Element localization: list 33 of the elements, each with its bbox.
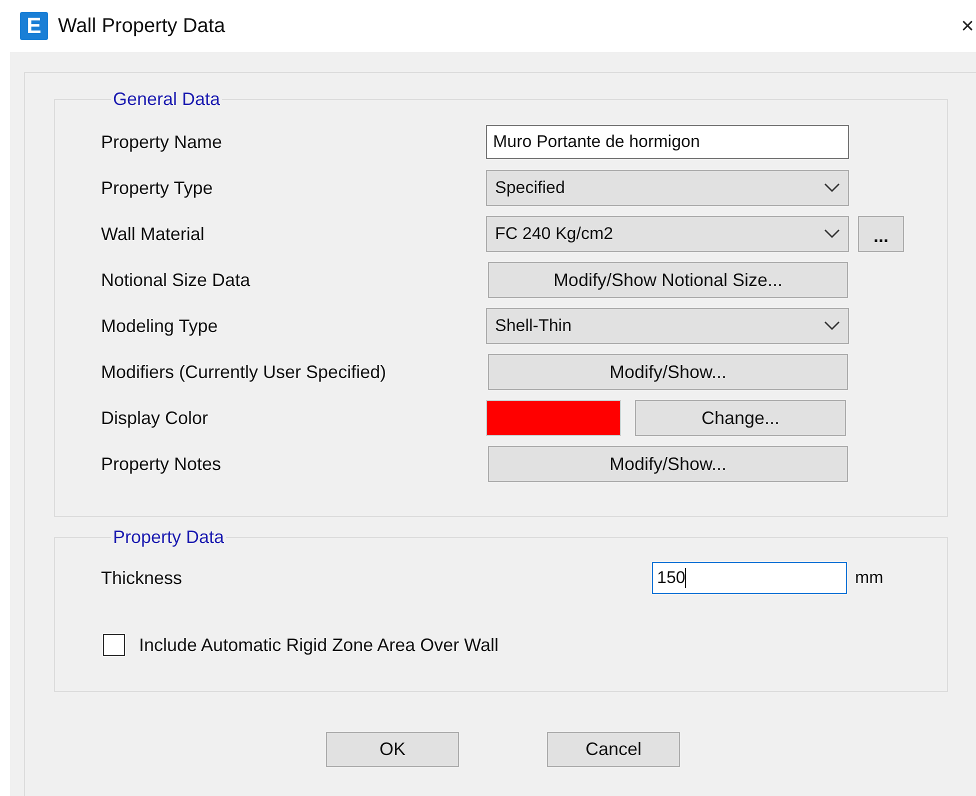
- field-label: Modifiers (Currently User Specified): [101, 362, 388, 382]
- field-label: Thickness: [101, 568, 184, 588]
- field-label: Wall Material: [101, 224, 206, 244]
- color-swatch[interactable]: [486, 400, 621, 436]
- close-button[interactable]: ×: [961, 13, 974, 39]
- dialog-button[interactable]: Cancel: [547, 732, 680, 767]
- dropdown[interactable]: Specified: [486, 170, 849, 206]
- field-label: Property Type: [101, 178, 214, 198]
- thickness-field[interactable]: 150: [652, 562, 847, 594]
- group-title: General Data: [112, 89, 222, 110]
- window-title: Wall Property Data: [58, 14, 226, 38]
- unit-label: mm: [855, 568, 884, 588]
- field-label: Property Notes: [101, 454, 222, 474]
- chevron-down-icon: [824, 183, 840, 193]
- chevron-down-icon: [824, 321, 840, 331]
- name-field[interactable]: Muro Portante de hormigon: [486, 125, 849, 159]
- modify-button[interactable]: Modify/Show...: [488, 446, 848, 482]
- modify-button[interactable]: Modify/Show Notional Size...: [488, 262, 848, 298]
- change-button[interactable]: Change...: [635, 400, 846, 436]
- field-label: Display Color: [101, 408, 210, 428]
- dialog-button[interactable]: OK: [326, 732, 459, 767]
- chevron-down-icon: [824, 229, 840, 239]
- dropdown[interactable]: Shell-Thin: [486, 308, 849, 344]
- app-logo: E: [20, 12, 48, 40]
- browse-button[interactable]: ...: [858, 216, 904, 252]
- group-title: Property Data: [112, 527, 226, 548]
- checkbox[interactable]: [103, 634, 125, 656]
- dropdown[interactable]: FC 240 Kg/cm2: [486, 216, 849, 252]
- field-label: Modeling Type: [101, 316, 219, 336]
- field-label: Notional Size Data: [101, 270, 252, 290]
- modify-button[interactable]: Modify/Show...: [488, 354, 848, 390]
- field-label: Property Name: [101, 132, 224, 152]
- checkbox-label: Include Automatic Rigid Zone Area Over Wall: [139, 634, 498, 656]
